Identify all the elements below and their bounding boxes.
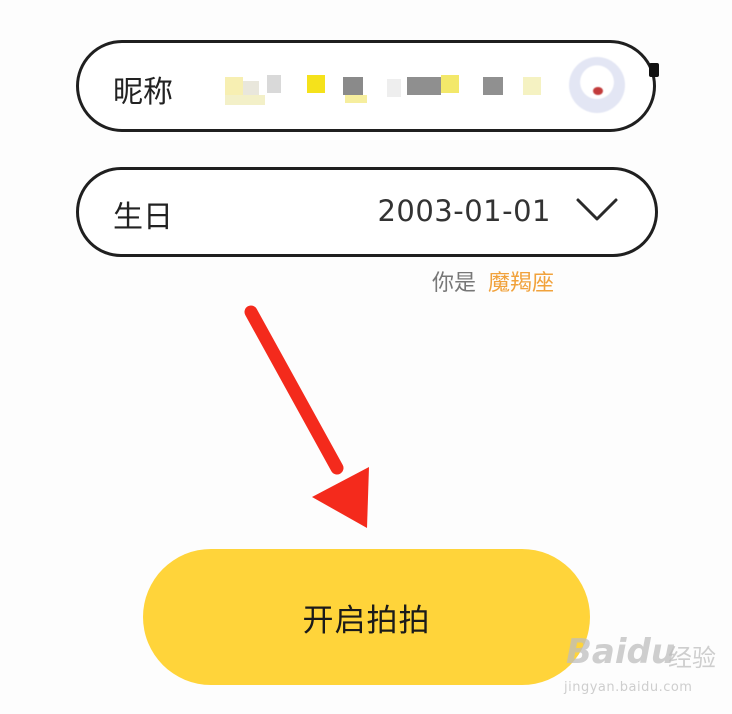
nickname-label: 昵称 bbox=[113, 75, 173, 110]
birthday-value[interactable]: 2003-01-01 bbox=[377, 194, 551, 228]
start-button[interactable]: 开启拍拍 bbox=[143, 549, 590, 685]
birthday-field[interactable]: 生日 2003-01-01 bbox=[76, 167, 658, 257]
avatar-detail bbox=[593, 87, 603, 95]
watermark: Baidu 经验 jingyan.baidu.com bbox=[560, 632, 730, 710]
zodiac-prefix: 你是 bbox=[432, 271, 477, 296]
nickname-value-blurred[interactable] bbox=[225, 71, 555, 111]
zodiac-info: 你是 魔羯座 bbox=[432, 265, 554, 297]
chevron-down-icon[interactable] bbox=[575, 196, 619, 224]
watermark-url: jingyan.baidu.com bbox=[564, 680, 693, 695]
watermark-logo: Baidu bbox=[566, 632, 676, 672]
zodiac-sign: 魔羯座 bbox=[488, 271, 555, 296]
watermark-text: 经验 bbox=[668, 644, 716, 672]
nickname-field[interactable]: 昵称 bbox=[76, 40, 659, 132]
avatar[interactable] bbox=[569, 57, 625, 113]
birthday-label: 生日 bbox=[113, 200, 173, 235]
field-edge-marker bbox=[649, 63, 659, 77]
